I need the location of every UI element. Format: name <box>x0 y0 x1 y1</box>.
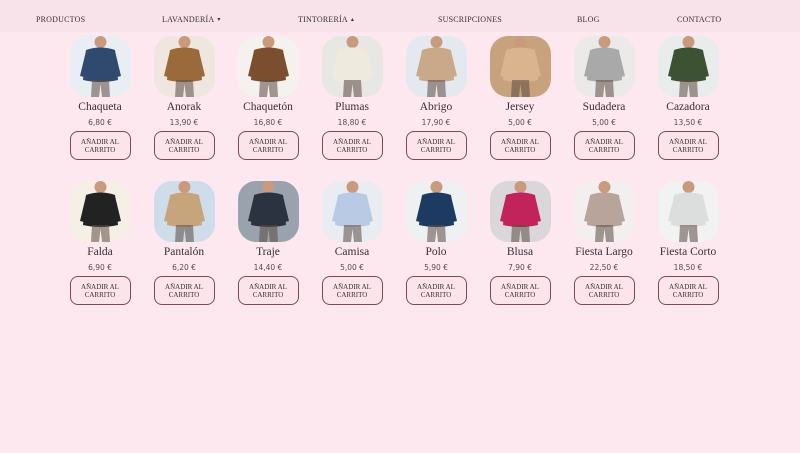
nav-item-label: TINTORERÍA <box>298 15 348 24</box>
product-price: 14,40 € <box>253 263 283 272</box>
add-to-cart-button[interactable]: AÑADIR AL CARRITO <box>489 131 551 160</box>
add-to-cart-button[interactable]: AÑADIR AL CARRITO <box>405 276 467 305</box>
product-card-abrigo: Abrigo 17,90 € AÑADIR AL CARRITO <box>394 36 478 160</box>
add-to-cart-button[interactable]: AÑADIR AL CARRITO <box>237 131 299 160</box>
product-price: 6,80 € <box>88 118 112 127</box>
add-to-cart-button[interactable]: AÑADIR AL CARRITO <box>153 131 215 160</box>
puffer-jacket-image[interactable] <box>153 36 215 97</box>
long-dress-image[interactable] <box>573 181 635 242</box>
product-card-chaqueton: Chaquetón 16,80 € AÑADIR AL CARRITO <box>226 36 310 160</box>
product-price: 17,90 € <box>421 118 451 127</box>
shearling-coat-image[interactable] <box>237 36 299 97</box>
dress-shirt-image[interactable] <box>321 181 383 242</box>
add-to-cart-button[interactable]: AÑADIR AL CARRITO <box>237 276 299 305</box>
add-to-cart-button[interactable]: AÑADIR AL CARRITO <box>573 276 635 305</box>
nav-item-suscripciones[interactable]: SUSCRIPCIONES <box>438 15 502 24</box>
product-name: Cazadora <box>666 101 710 113</box>
suit-image[interactable] <box>237 181 299 242</box>
product-price: 6,20 € <box>172 263 196 272</box>
nav-item-label: LAVANDERÍA <box>162 15 215 24</box>
nav-item-blog[interactable]: BLOG <box>577 15 600 24</box>
product-price: 18,80 € <box>337 118 367 127</box>
add-to-cart-button[interactable]: AÑADIR AL CARRITO <box>153 276 215 305</box>
product-price: 5,90 € <box>424 263 448 272</box>
nav-item-label: SUSCRIPCIONES <box>438 15 502 24</box>
top-navigation: PRODUCTOS LAVANDERÍA ▾ TINTORERÍA ▴ SUSCRIPCI… <box>0 0 800 32</box>
product-name: Blusa <box>506 246 534 258</box>
add-to-cart-button[interactable]: AÑADIR AL CARRITO <box>573 131 635 160</box>
product-price: 13,50 € <box>673 118 703 127</box>
product-name: Sudadera <box>582 101 626 113</box>
product-card-traje: Traje 14,40 € AÑADIR AL CARRITO <box>226 181 310 305</box>
product-card-cazadora: Cazadora 13,50 € AÑADIR AL CARRITO <box>646 36 730 160</box>
product-card-pantalon: Pantalón 6,20 € AÑADIR AL CARRITO <box>142 181 226 305</box>
add-to-cart-button[interactable]: AÑADIR AL CARRITO <box>69 276 131 305</box>
product-name: Chaquetón <box>243 101 293 113</box>
product-price: 5,00 € <box>508 118 532 127</box>
nav-item-label: PRODUCTOS <box>36 15 86 24</box>
sweatshirt-image[interactable] <box>573 36 635 97</box>
product-card-fiesta-corto: Fiesta Corto 18,50 € AÑADIR AL CARRITO <box>646 181 730 305</box>
nav-item-lavanderia[interactable]: LAVANDERÍA ▾ <box>162 15 221 24</box>
product-name: Anorak <box>166 101 202 113</box>
down-coat-image[interactable] <box>321 36 383 97</box>
product-card-falda: Falda 6,90 € AÑADIR AL CARRITO <box>58 181 142 305</box>
product-price: 5,00 € <box>592 118 616 127</box>
product-name: Fiesta Largo <box>575 246 633 258</box>
product-name: Pantalón <box>163 246 205 258</box>
add-to-cart-button[interactable]: AÑADIR AL CARRITO <box>321 276 383 305</box>
polo-shirt-image[interactable] <box>405 181 467 242</box>
product-card-plumas: Plumas 18,80 € AÑADIR AL CARRITO <box>310 36 394 160</box>
add-to-cart-button[interactable]: AÑADIR AL CARRITO <box>405 131 467 160</box>
add-to-cart-button[interactable]: AÑADIR AL CARRITO <box>489 276 551 305</box>
knit-sweater-image[interactable] <box>489 36 551 97</box>
product-name: Traje <box>256 246 280 258</box>
product-price: 18,50 € <box>673 263 703 272</box>
nav-item-tintoreria[interactable]: TINTORERÍA ▴ <box>298 15 354 24</box>
add-to-cart-button[interactable]: AÑADIR AL CARRITO <box>657 276 719 305</box>
product-price: 6,90 € <box>88 263 112 272</box>
product-price: 7,90 € <box>508 263 532 272</box>
chevron-down-icon: ▾ <box>217 17 221 23</box>
product-card-camisa: Camisa 5,00 € AÑADIR AL CARRITO <box>310 181 394 305</box>
blouse-image[interactable] <box>489 181 551 242</box>
product-card-anorak: Anorak 13,90 € AÑADIR AL CARRITO <box>142 36 226 160</box>
product-card-fiesta-largo: Fiesta Largo 22,50 € AÑADIR AL CARRITO <box>562 181 646 305</box>
chino-trousers-image[interactable] <box>153 181 215 242</box>
add-to-cart-button[interactable]: AÑADIR AL CARRITO <box>657 131 719 160</box>
striped-skirt-image[interactable] <box>69 181 131 242</box>
field-jacket-image[interactable] <box>657 36 719 97</box>
product-price: 22,50 € <box>589 263 619 272</box>
nav-item-contacto[interactable]: CONTACTO <box>677 15 721 24</box>
nav-item-label: BLOG <box>577 15 600 24</box>
short-dress-image[interactable] <box>657 181 719 242</box>
nav-item-productos[interactable]: PRODUCTOS <box>36 15 85 24</box>
trench-coat-image[interactable] <box>405 36 467 97</box>
nav-item-label: CONTACTO <box>677 15 722 24</box>
product-name: Camisa <box>334 246 370 258</box>
product-price: 5,00 € <box>340 263 364 272</box>
denim-jacket-image[interactable] <box>69 36 131 97</box>
product-name: Abrigo <box>419 101 453 113</box>
add-to-cart-button[interactable]: AÑADIR AL CARRITO <box>321 131 383 160</box>
product-name: Falda <box>87 246 113 258</box>
product-card-chaqueta: Chaqueta 6,80 € AÑADIR AL CARRITO <box>58 36 142 160</box>
product-card-blusa: Blusa 7,90 € AÑADIR AL CARRITO <box>478 181 562 305</box>
product-name: Fiesta Corto <box>659 246 717 258</box>
product-price: 13,90 € <box>169 118 199 127</box>
product-card-jersey: Jersey 5,00 € AÑADIR AL CARRITO <box>478 36 562 160</box>
product-name: Chaqueta <box>78 101 122 113</box>
product-card-polo: Polo 5,90 € AÑADIR AL CARRITO <box>394 181 478 305</box>
add-to-cart-button[interactable]: AÑADIR AL CARRITO <box>69 131 131 160</box>
product-name: Polo <box>425 246 447 258</box>
product-name: Plumas <box>335 101 369 113</box>
chevron-up-icon: ▴ <box>350 17 355 23</box>
product-card-sudadera: Sudadera 5,00 € AÑADIR AL CARRITO <box>562 36 646 160</box>
product-price: 16,80 € <box>253 118 283 127</box>
product-name: Jersey <box>505 101 535 113</box>
